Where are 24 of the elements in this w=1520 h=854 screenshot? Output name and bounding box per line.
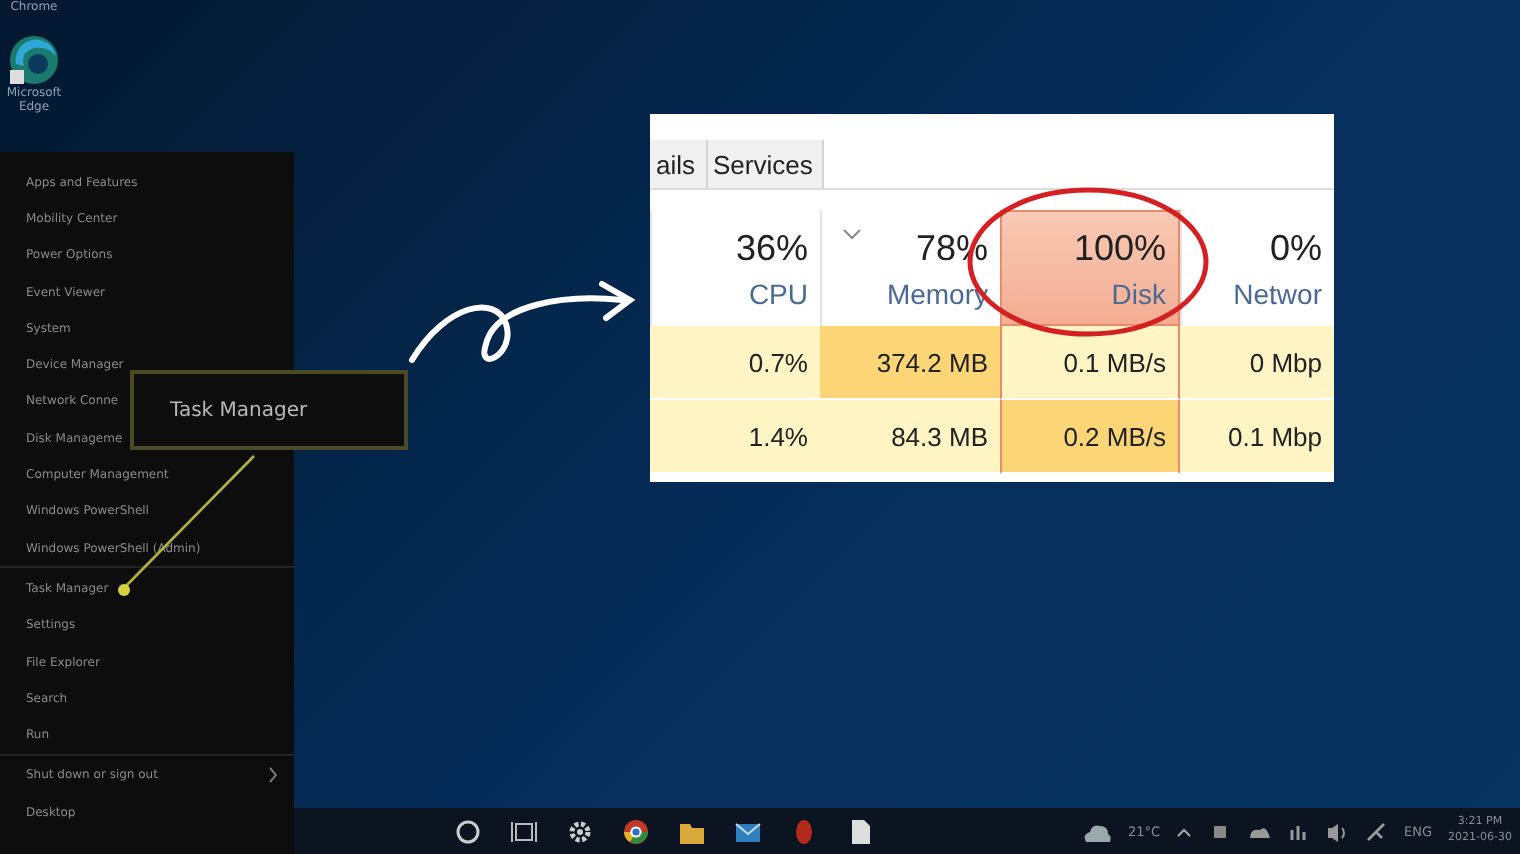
- tab[interactable]: ails: [650, 140, 708, 188]
- sort-chevron-icon: [842, 227, 862, 239]
- table-cell: 374.2 MB: [820, 326, 1000, 400]
- task-view-icon[interactable]: [510, 817, 538, 845]
- network-icon[interactable]: [1288, 821, 1309, 841]
- table-cell: 1.4%: [650, 400, 820, 474]
- mail-icon[interactable]: [734, 817, 762, 845]
- settings-icon[interactable]: [566, 817, 594, 845]
- callout-text: Task Manager: [170, 399, 308, 421]
- search-icon[interactable]: [454, 817, 482, 845]
- speaker-icon[interactable]: [1324, 819, 1349, 843]
- browser-shortcut-icon[interactable]: [8, 34, 60, 87]
- table-cell: 0.1 Mbp: [1180, 400, 1334, 474]
- tab[interactable]: Services: [707, 140, 825, 188]
- browser-icon[interactable]: [622, 817, 650, 845]
- chevron-up-icon[interactable]: [1176, 825, 1193, 837]
- table-cell: 0 Mbp: [1180, 326, 1334, 400]
- table-cell: 84.3 MB: [820, 400, 1000, 474]
- column-header[interactable]: 100% Disk: [1000, 210, 1180, 326]
- table-cell: 0.7%: [650, 326, 820, 400]
- document-icon[interactable]: [846, 817, 874, 845]
- app-icon[interactable]: [790, 817, 818, 845]
- table-cell: 0.1 MB/s: [1000, 326, 1180, 400]
- table-cell: 0.2 MB/s: [1000, 400, 1180, 474]
